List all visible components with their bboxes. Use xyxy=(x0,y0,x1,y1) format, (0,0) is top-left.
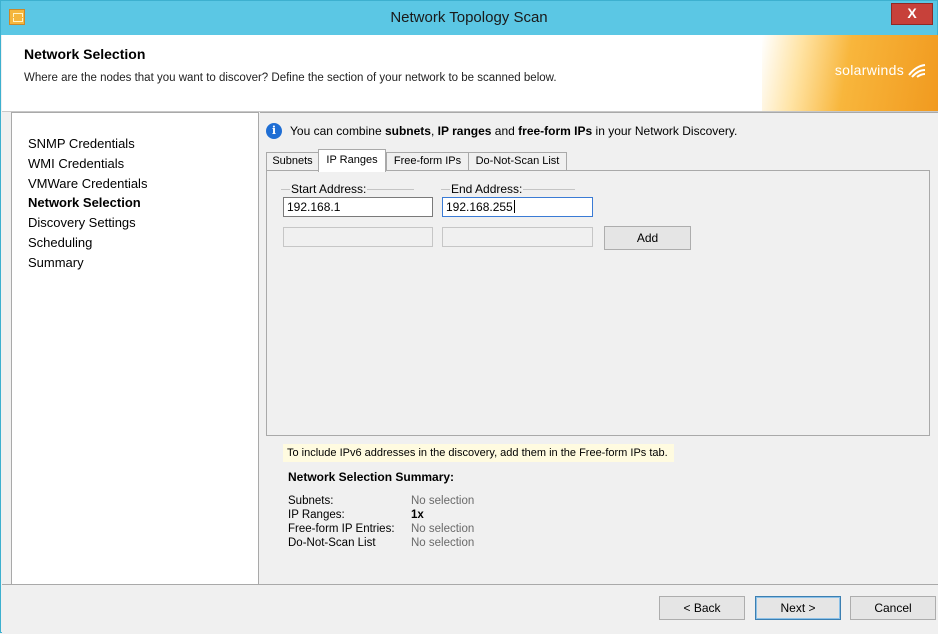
step-wmi-credentials[interactable]: WMI Credentials xyxy=(28,155,124,173)
tab-do-not-scan-list[interactable]: Do-Not-Scan List xyxy=(468,152,567,171)
step-scheduling[interactable]: Scheduling xyxy=(28,234,92,252)
ipv6-note: To include IPv6 addresses in the discove… xyxy=(283,444,674,462)
main-panel: i You can combine subnets, IP ranges and… xyxy=(260,112,938,584)
text-cursor xyxy=(513,200,515,213)
back-button[interactable]: < Back xyxy=(659,596,745,620)
discovery-wizard-window: Network Topology Scan X Network Selectio… xyxy=(0,0,938,634)
summary-title: Network Selection Summary: xyxy=(288,470,455,484)
summary-key: Free-form IP Entries: xyxy=(288,523,395,535)
step-network-selection[interactable]: Network Selection xyxy=(28,194,141,212)
summary-key: Subnets: xyxy=(288,495,334,507)
cancel-button[interactable]: Cancel xyxy=(850,596,936,620)
start-address-input[interactable]: 192.168.1 xyxy=(283,197,433,217)
end-address-input-new xyxy=(442,227,593,247)
info-icon: i xyxy=(266,123,282,139)
brand-banner: solarwinds xyxy=(762,35,938,111)
next-button[interactable]: Next > xyxy=(755,596,841,620)
step-snmp-credentials[interactable]: SNMP Credentials xyxy=(28,135,135,153)
add-button[interactable]: Add xyxy=(604,226,691,250)
page-title: Network Selection xyxy=(24,46,146,62)
summary-value: 1x xyxy=(411,509,424,521)
wizard-footer: < Back Next > Cancel xyxy=(2,584,938,634)
wizard-steps-sidebar: SNMP Credentials WMI Credentials VMWare … xyxy=(11,112,259,584)
flame-icon xyxy=(908,64,926,78)
title-bar[interactable]: Network Topology Scan X xyxy=(1,1,937,35)
step-vmware-credentials[interactable]: VMWare Credentials xyxy=(28,175,147,193)
summary-key: Do-Not-Scan List xyxy=(288,537,376,549)
solarwinds-logo: solarwinds xyxy=(834,62,904,78)
step-discovery-settings[interactable]: Discovery Settings xyxy=(28,214,136,232)
start-address-input-new xyxy=(283,227,433,247)
end-address-value: 192.168.255 xyxy=(446,200,513,214)
tab-subnets[interactable]: Subnets xyxy=(266,152,319,171)
summary-value: No selection xyxy=(411,523,475,535)
summary-value: No selection xyxy=(411,537,475,549)
start-address-label: Start Address: xyxy=(290,182,368,196)
ip-ranges-panel: Start Address: End Address: 192.168.1 19… xyxy=(266,170,930,436)
summary-value: No selection xyxy=(411,495,475,507)
step-summary[interactable]: Summary xyxy=(28,254,84,272)
page-description: Where are the nodes that you want to dis… xyxy=(24,72,557,84)
end-address-input[interactable]: 192.168.255 xyxy=(442,197,593,217)
end-address-label: End Address: xyxy=(450,182,524,196)
window-title: Network Topology Scan xyxy=(390,9,548,26)
tab-free-form-ips[interactable]: Free-form IPs xyxy=(386,152,469,171)
tab-ip-ranges[interactable]: IP Ranges xyxy=(318,149,386,172)
summary-key: IP Ranges: xyxy=(288,509,345,521)
close-button[interactable]: X xyxy=(891,3,933,25)
wizard-header: Network Selection Where are the nodes th… xyxy=(2,35,938,112)
info-text: You can combine subnets, IP ranges and f… xyxy=(290,124,738,138)
